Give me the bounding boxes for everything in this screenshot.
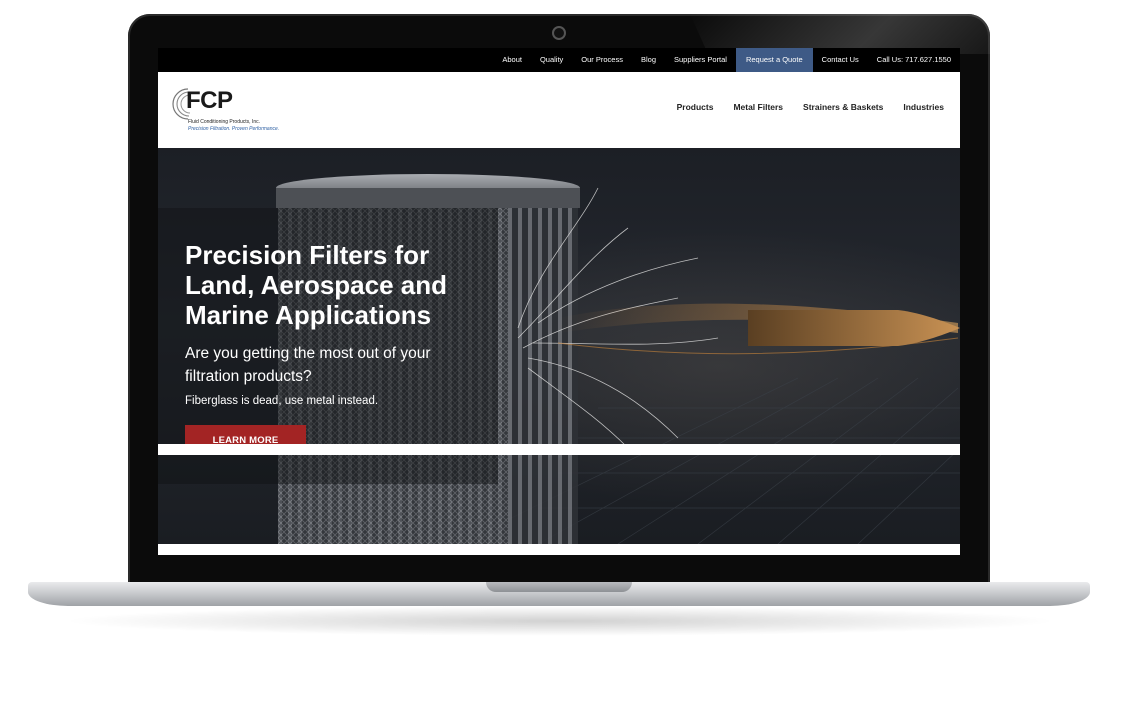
nav-strainers-baskets[interactable]: Strainers & Baskets [793, 102, 893, 112]
phone-link[interactable]: Call Us: 717.627.1550 [868, 48, 960, 72]
nav-about[interactable]: About [493, 48, 531, 72]
nav-quality[interactable]: Quality [531, 48, 572, 72]
laptop-base [28, 582, 1090, 606]
below-hero-strip [158, 444, 960, 455]
hero-tagline: Fiberglass is dead, use metal instead. [185, 395, 379, 407]
request-quote-button[interactable]: Request a Quote [735, 48, 813, 72]
hero-banner: Precision Filters for Land, Aerospace an… [158, 148, 960, 544]
logo-company: Fluid Conditioning Products, Inc. [188, 119, 260, 125]
hero-headline: Precision Filters for Land, Aerospace an… [185, 240, 447, 330]
camera-icon [552, 26, 566, 40]
main-nav: Products Metal Filters Strainers & Baske… [667, 102, 954, 112]
hero-subheadline: Are you getting the most out of your fil… [185, 345, 431, 385]
laptop-notch [486, 582, 632, 592]
website-screen: About Quality Our Process Blog Suppliers… [158, 48, 960, 555]
nav-metal-filters[interactable]: Metal Filters [723, 102, 793, 112]
nav-blog[interactable]: Blog [632, 48, 665, 72]
logo-text: FCP [186, 87, 233, 114]
fcp-logo[interactable]: FCP Fluid Conditioning Products, Inc. Pr… [164, 86, 304, 136]
site-header: FCP Fluid Conditioning Products, Inc. Pr… [158, 72, 960, 148]
nav-our-process[interactable]: Our Process [572, 48, 632, 72]
nav-industries[interactable]: Industries [893, 102, 954, 112]
nav-suppliers-portal[interactable]: Suppliers Portal [665, 48, 736, 72]
laptop-shadow [60, 606, 1060, 636]
logo-tagline: Precision Filtration. Proven Performance… [188, 126, 280, 132]
nav-contact-us[interactable]: Contact Us [813, 48, 868, 72]
nav-products[interactable]: Products [667, 102, 724, 112]
utility-nav: About Quality Our Process Blog Suppliers… [158, 48, 960, 72]
